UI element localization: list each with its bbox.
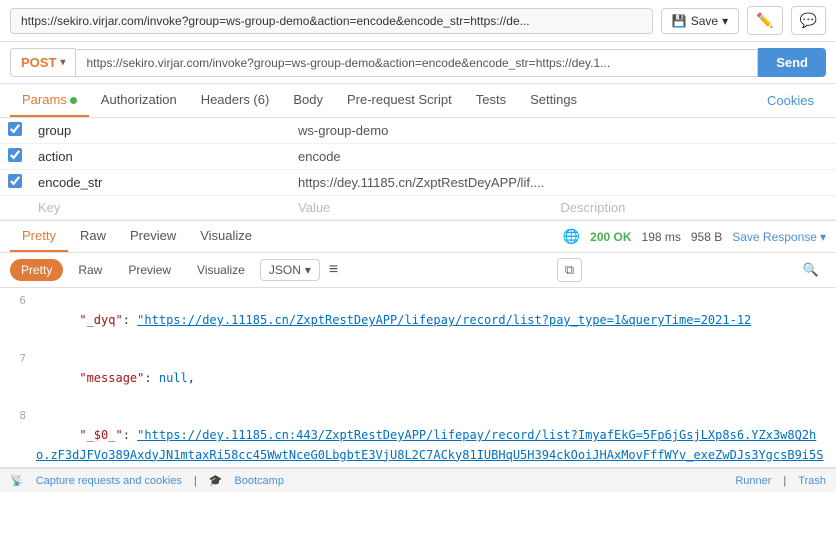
tab-raw[interactable]: Raw <box>68 221 118 252</box>
format-visualize-btn[interactable]: Visualize <box>186 259 256 281</box>
table-row: group ws-group-demo <box>0 118 836 144</box>
param-key-1: group <box>38 123 71 138</box>
params-section: group ws-group-demo action encode encode… <box>0 118 836 221</box>
params-dot <box>70 97 77 104</box>
method-select[interactable]: POST ▾ <box>10 48 75 77</box>
param-key-placeholder[interactable]: Key <box>38 200 60 215</box>
format-raw-btn[interactable]: Raw <box>67 259 113 281</box>
body-tabs-row: Pretty Raw Preview Visualize 🌐 200 OK 19… <box>0 221 836 253</box>
request-bar: POST ▾ Send <box>0 42 836 84</box>
param-key-2: action <box>38 149 73 164</box>
tab-pre-request[interactable]: Pre-request Script <box>335 84 464 117</box>
save-response-arrow: ▾ <box>820 230 826 244</box>
tab-cookies[interactable]: Cookies <box>755 85 826 116</box>
param-checkbox-2[interactable] <box>8 148 22 162</box>
code-format-row: Pretty Raw Preview Visualize JSON ▾ ≡ ⧉ … <box>0 253 836 288</box>
search-button[interactable]: 🔍 <box>796 259 826 281</box>
code-line-7: 7 "message": null, <box>0 350 836 408</box>
tab-authorization[interactable]: Authorization <box>89 84 189 117</box>
format-json-select[interactable]: JSON ▾ <box>260 259 320 281</box>
globe-icon: 🌐 <box>563 228 580 245</box>
code-line-8: 8 "_$0_": "https://dey.11185.cn:443/Zxpt… <box>0 407 836 468</box>
method-label: POST <box>21 55 56 70</box>
save-response-button[interactable]: Save Response ▾ <box>732 230 826 244</box>
line-number: 7 <box>8 350 36 368</box>
format-pretty-btn[interactable]: Pretty <box>10 259 63 281</box>
tab-params[interactable]: Params <box>10 84 89 117</box>
bottom-bar-right: Runner | Trash <box>735 475 826 487</box>
bootcamp-icon: 🎓 <box>209 474 223 487</box>
divider: | <box>783 475 786 487</box>
param-checkbox-1[interactable] <box>8 122 22 136</box>
size-badge: 958 B <box>691 230 722 244</box>
copy-button[interactable]: ⧉ <box>557 258 582 282</box>
save-button[interactable]: 💾 Save ▾ <box>661 8 739 34</box>
code-area[interactable]: 6 "_dyq": "https://dey.11185.cn/ZxptRest… <box>0 288 836 468</box>
bootcamp-link[interactable]: Bootcamp <box>234 475 284 487</box>
table-row: encode_str https://dey.11185.cn/ZxptRest… <box>0 170 836 196</box>
param-val-2: encode <box>298 149 341 164</box>
param-key-3: encode_str <box>38 175 102 190</box>
json-select-arrow: ▾ <box>305 263 311 277</box>
save-dropdown-arrow[interactable]: ▾ <box>722 14 728 28</box>
tab-pretty[interactable]: Pretty <box>10 221 68 252</box>
capture-link[interactable]: Capture requests and cookies <box>36 475 182 487</box>
tabs-row: Params Authorization Headers (6) Body Pr… <box>0 84 836 118</box>
param-val-1: ws-group-demo <box>298 123 388 138</box>
tab-preview[interactable]: Preview <box>118 221 188 252</box>
filter-button[interactable]: ≡ <box>324 258 343 282</box>
url-input[interactable] <box>10 8 653 34</box>
send-button[interactable]: Send <box>758 48 826 77</box>
line-number: 8 <box>8 407 36 425</box>
tab-tests[interactable]: Tests <box>464 84 518 117</box>
runner-link[interactable]: Runner <box>735 475 771 487</box>
separator: | <box>194 475 197 487</box>
param-checkbox-3[interactable] <box>8 174 22 188</box>
edit-button[interactable]: ✏️ <box>747 6 782 35</box>
tab-body[interactable]: Body <box>281 84 335 117</box>
tab-visualize[interactable]: Visualize <box>188 221 264 252</box>
request-url-input[interactable] <box>75 49 758 77</box>
status-area: 🌐 200 OK 198 ms 958 B Save Response ▾ <box>563 228 826 245</box>
tab-headers[interactable]: Headers (6) <box>189 84 282 117</box>
params-table: group ws-group-demo action encode encode… <box>0 118 836 220</box>
param-val-placeholder[interactable]: Value <box>298 200 330 215</box>
method-dropdown-arrow: ▾ <box>60 57 65 68</box>
url-bar: 💾 Save ▾ ✏️ 💬 <box>0 0 836 42</box>
line-number: 6 <box>8 292 36 310</box>
table-row: action encode <box>0 144 836 170</box>
time-badge: 198 ms <box>642 230 681 244</box>
tab-settings[interactable]: Settings <box>518 84 589 117</box>
trash-link[interactable]: Trash <box>798 475 826 487</box>
save-icon: 💾 <box>672 14 687 28</box>
capture-icon: 📡 <box>10 474 24 487</box>
save-label: Save <box>691 14 718 28</box>
format-preview-btn[interactable]: Preview <box>117 259 182 281</box>
status-badge: 200 OK <box>590 230 631 244</box>
table-row-empty: Key Value Description <box>0 196 836 220</box>
bottom-bar: 📡 Capture requests and cookies | 🎓 Bootc… <box>0 468 836 492</box>
param-desc-placeholder: Description <box>560 200 625 215</box>
param-val-3: https://dey.11185.cn/ZxptRestDeyAPP/lif.… <box>298 175 544 190</box>
comment-button[interactable]: 💬 <box>791 6 826 35</box>
code-line-6: 6 "_dyq": "https://dey.11185.cn/ZxptRest… <box>0 292 836 350</box>
